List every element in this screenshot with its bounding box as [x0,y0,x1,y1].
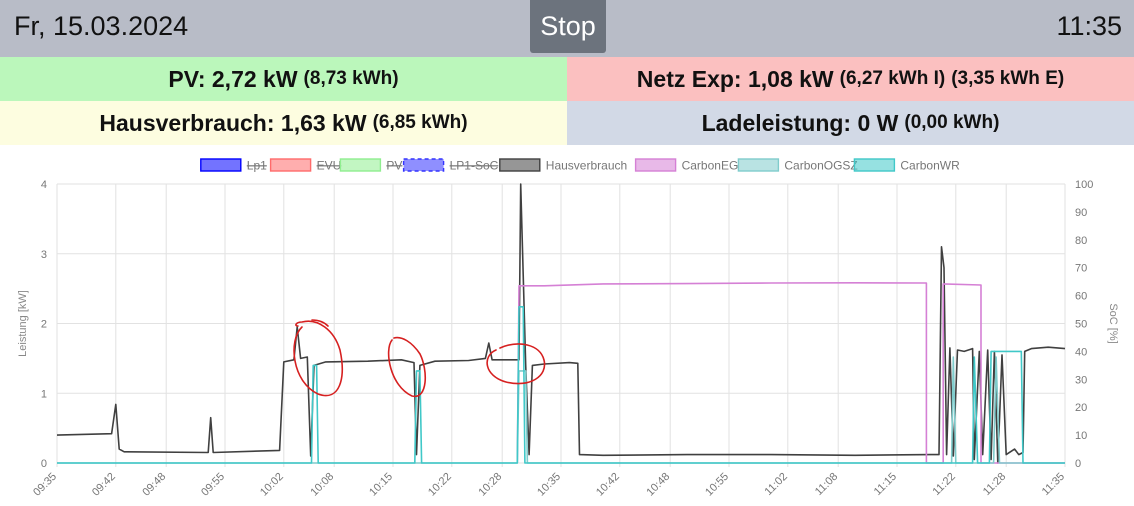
y-tick-label: 1 [41,388,47,400]
legend-item-pv[interactable]: PV [339,158,402,173]
legend-swatch [402,158,445,172]
legend-label: PV [386,159,402,173]
x-tick-label: 10:15 [367,471,395,499]
y2-tick-label: 100 [1075,179,1093,191]
charge-power: Ladeleistung: 0 W [701,109,899,136]
y2-tick-label: 50 [1075,319,1087,331]
y-tick-label: 3 [41,249,47,261]
x-tick-label: 11:15 [872,471,899,498]
pv-power: PV: 2,72 kW [168,65,298,92]
legend-item-carbonwr[interactable]: CarbonWR [853,158,960,173]
x-tick-label: 10:35 [535,471,563,499]
stop-button[interactable]: Stop [530,0,606,53]
x-tick-label: 11:22 [931,471,958,498]
y2-tick-label: 40 [1075,346,1087,358]
legend-label: CarbonEG [682,159,739,173]
legend-swatch [200,158,242,172]
legend-swatch [499,158,541,172]
legend-swatch [634,158,677,172]
x-tick-label: 11:35 [1040,471,1067,498]
legend-swatch [853,158,896,172]
x-tick-label: 09:42 [90,471,118,499]
y-axis-label: Leistung [kW] [17,290,29,357]
date-display: Fr, 15.03.2024 [14,11,189,41]
x-tick-label: 11:02 [763,471,790,498]
charge-energy: (0,00 kWh) [904,112,1000,133]
x-tick-label: 10:02 [258,471,286,499]
legend-item-lp1-soc[interactable]: LP1-SoC [402,158,499,173]
x-tick-label: 10:22 [426,471,454,499]
grid-export: (3,35 kWh E) [951,68,1065,89]
x-tick-label: 10:55 [703,471,731,499]
house-power: Hausverbrauch: 1,63 kW [99,109,367,136]
x-tick-label: 09:48 [140,471,168,499]
house-consumption-tile: Hausverbrauch: 1,63 kW (6,85 kWh) [0,101,567,145]
chart-legend: Lp1 EVU PV LP1-SoC Hausverbrauch CarbonEG Carb… [200,158,960,173]
legend-swatch [269,158,312,172]
y2-tick-label: 90 [1075,207,1087,219]
legend-label: CarbonWR [900,159,960,173]
y2-axis-label: SoC [%] [1107,303,1119,343]
pv-energy: (8,73 kWh) [303,68,399,89]
legend-label: LP1-SoC [450,159,499,173]
y2-tick-label: 30 [1075,374,1087,386]
y-tick-label: 0 [41,458,47,470]
annotation-circle [486,343,546,385]
legend-swatch [339,158,382,172]
y2-tick-label: 80 [1075,235,1087,247]
y2-tick-label: 20 [1075,402,1087,414]
x-tick-label: 10:42 [594,471,622,499]
y-tick-label: 2 [41,319,47,331]
y2-tick-label: 0 [1075,458,1081,470]
legend-swatch [737,158,780,172]
legend-item-carboneg[interactable]: CarbonEG [634,158,739,173]
x-tick-label: 09:55 [199,471,227,499]
charging-power-tile: Ladeleistung: 0 W (0,00 kWh) [567,101,1134,145]
x-tick-label: 09:35 [31,471,59,499]
grid-import: (6,27 kWh I) [839,68,946,89]
y2-tick-label: 70 [1075,263,1087,275]
legend-item-hausverbrauch[interactable]: Hausverbrauch [499,158,627,173]
x-tick-label: 10:48 [644,471,672,499]
legend-item-evu[interactable]: EVU [269,158,342,173]
time-display: 11:35 [1056,11,1122,41]
grid-tile: Netz Exp: 1,08 kW (6,27 kWh I) (3,35 kWh… [567,57,1134,101]
legend-label: Lp1 [247,159,267,173]
y2-tick-label: 10 [1075,430,1087,442]
grid-power: Netz Exp: 1,08 kW [636,65,834,92]
top-bar: Fr, 15.03.2024 Stop 11:35 [0,0,1134,57]
legend-label: Hausverbrauch [546,159,627,173]
x-tick-label: 10:28 [476,471,504,499]
power-chart: Lp1 EVU PV LP1-SoC Hausverbrauch CarbonEG Carb… [17,158,1119,499]
pv-tile: PV: 2,72 kW (8,73 kWh) [0,57,567,101]
y-tick-label: 4 [41,179,47,191]
legend-item-lp1[interactable]: Lp1 [200,158,267,173]
x-tick-label: 11:28 [981,471,1008,498]
house-energy: (6,85 kWh) [372,112,468,133]
x-tick-label: 10:08 [308,471,336,499]
legend-item-carbonogsz[interactable]: CarbonOGSZ [737,158,858,173]
y2-tick-label: 60 [1075,291,1087,303]
legend-label: CarbonOGSZ [784,159,857,173]
x-tick-label: 11:08 [813,471,840,498]
legend-label: EVU [317,159,342,173]
